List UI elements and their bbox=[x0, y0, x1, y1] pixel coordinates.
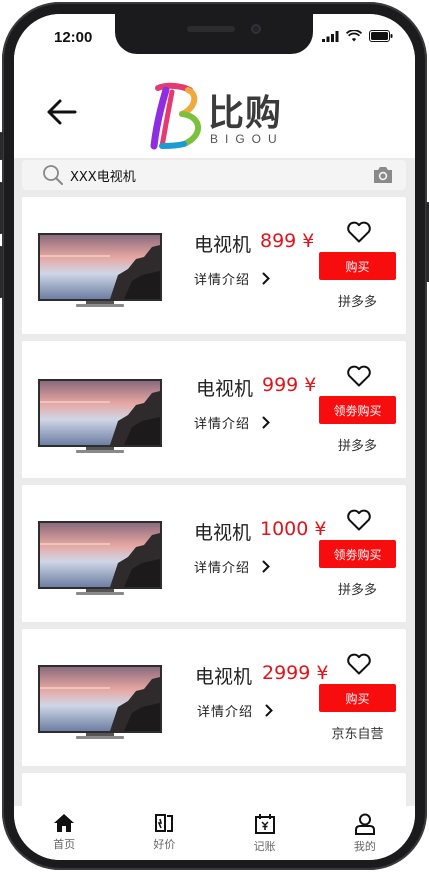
chevron-right-icon bbox=[262, 560, 270, 573]
product-price: 1000 ¥ bbox=[260, 518, 327, 540]
tab-deals[interactable]: 好价 bbox=[114, 806, 214, 860]
phone-side-button bbox=[0, 132, 3, 160]
heart-icon[interactable] bbox=[346, 221, 372, 243]
tab-label: 记账 bbox=[253, 840, 276, 853]
tab-bar: 首页 好价 记账 我的 bbox=[14, 806, 415, 860]
detail-link[interactable]: 详情介绍 bbox=[194, 269, 270, 288]
product-card: 电视机 899 ¥ 详情介绍 购买 拼多多 bbox=[22, 197, 406, 334]
product-name: 电视机 bbox=[196, 378, 254, 400]
logo-b-mark bbox=[150, 82, 201, 150]
calendar-yen-icon bbox=[254, 814, 275, 834]
detail-link[interactable]: 详情介绍 bbox=[197, 701, 273, 720]
product-name: 电视机 bbox=[194, 234, 252, 256]
heart-icon[interactable] bbox=[346, 509, 372, 531]
header: 比购 BIGOU bbox=[14, 58, 415, 158]
chevron-right-icon bbox=[265, 704, 273, 717]
detail-link[interactable]: 详情介绍 bbox=[194, 413, 270, 432]
notch bbox=[115, 14, 313, 54]
speaker bbox=[187, 26, 235, 32]
camera-icon[interactable] bbox=[372, 165, 394, 185]
battery-icon bbox=[369, 30, 393, 42]
product-card: 电视机 999 ¥ 详情介绍 领劵购买 拼多多 bbox=[22, 341, 406, 478]
search-icon bbox=[43, 165, 63, 185]
tab-label: 首页 bbox=[53, 838, 76, 851]
tab-label: 好价 bbox=[153, 838, 176, 851]
tab-label: 我的 bbox=[353, 840, 376, 853]
status-icons bbox=[322, 30, 393, 42]
signal-icon bbox=[322, 31, 339, 42]
home-icon bbox=[54, 814, 75, 832]
tab-accounting[interactable]: 记账 bbox=[215, 806, 315, 860]
product-price: 2999 ¥ bbox=[262, 662, 329, 684]
product-image[interactable] bbox=[38, 665, 162, 733]
tv-image bbox=[38, 521, 162, 599]
chevron-right-icon bbox=[262, 416, 270, 429]
store-name: 拼多多 bbox=[337, 583, 377, 598]
product-card: 电视机 2999 ¥ 详情介绍 购买 京东自营 bbox=[22, 629, 406, 766]
front-camera bbox=[251, 24, 261, 34]
logo-title: 比购 bbox=[208, 93, 283, 134]
product-price: 999 ¥ bbox=[262, 374, 317, 396]
heart-icon[interactable] bbox=[346, 365, 372, 387]
detail-label: 详情介绍 bbox=[194, 417, 251, 432]
tv-image bbox=[38, 233, 162, 311]
coupon-buy-button[interactable]: 领劵购买 bbox=[319, 396, 396, 424]
chevron-right-icon bbox=[262, 272, 270, 285]
tv-image bbox=[38, 665, 162, 743]
product-image[interactable] bbox=[38, 379, 162, 447]
store-name: 拼多多 bbox=[337, 439, 377, 454]
tv-base bbox=[76, 304, 124, 307]
buy-button[interactable]: 购买 bbox=[319, 684, 396, 712]
wifi-icon bbox=[346, 30, 362, 42]
tv-base bbox=[76, 736, 124, 739]
buy-button[interactable]: 购买 bbox=[319, 252, 396, 280]
store-name: 拼多多 bbox=[337, 295, 377, 310]
tv-base bbox=[76, 592, 124, 595]
tv-image bbox=[38, 379, 162, 457]
phone-side-button bbox=[0, 182, 3, 234]
tv-base bbox=[76, 450, 124, 453]
detail-label: 详情介绍 bbox=[194, 561, 251, 576]
phone-frame: 12:00 比购 BIGOU XXX电视机 电视机 899 ¥ 详情介绍 购买 … bbox=[0, 2, 429, 870]
product-price: 899 ¥ bbox=[260, 230, 315, 252]
product-image[interactable] bbox=[38, 521, 162, 589]
user-icon bbox=[354, 813, 375, 835]
status-time: 12:00 bbox=[54, 29, 93, 46]
detail-label: 详情介绍 bbox=[194, 273, 251, 288]
price-tag-icon bbox=[155, 814, 174, 832]
product-name: 电视机 bbox=[194, 522, 252, 544]
product-image[interactable] bbox=[38, 233, 162, 301]
detail-label: 详情介绍 bbox=[197, 705, 254, 720]
tab-home[interactable]: 首页 bbox=[14, 806, 114, 860]
arrow-left-icon bbox=[47, 99, 77, 125]
logo-subtitle: BIGOU bbox=[210, 132, 284, 146]
coupon-buy-button[interactable]: 领劵购买 bbox=[319, 540, 396, 568]
search-input[interactable] bbox=[70, 164, 340, 186]
store-name: 京东自营 bbox=[331, 727, 384, 742]
product-name: 电视机 bbox=[195, 666, 253, 688]
search-bar[interactable] bbox=[22, 160, 406, 190]
heart-icon[interactable] bbox=[346, 653, 372, 675]
product-card: 电视机 1000 ¥ 详情介绍 领劵购买 拼多多 bbox=[22, 485, 406, 622]
tab-profile[interactable]: 我的 bbox=[315, 806, 415, 860]
phone-side-button bbox=[0, 246, 3, 298]
logo: 比购 BIGOU bbox=[148, 80, 298, 150]
screen: 12:00 比购 BIGOU XXX电视机 电视机 899 ¥ 详情介绍 购买 … bbox=[14, 14, 415, 860]
back-button[interactable] bbox=[44, 98, 78, 126]
detail-link[interactable]: 详情介绍 bbox=[194, 557, 270, 576]
